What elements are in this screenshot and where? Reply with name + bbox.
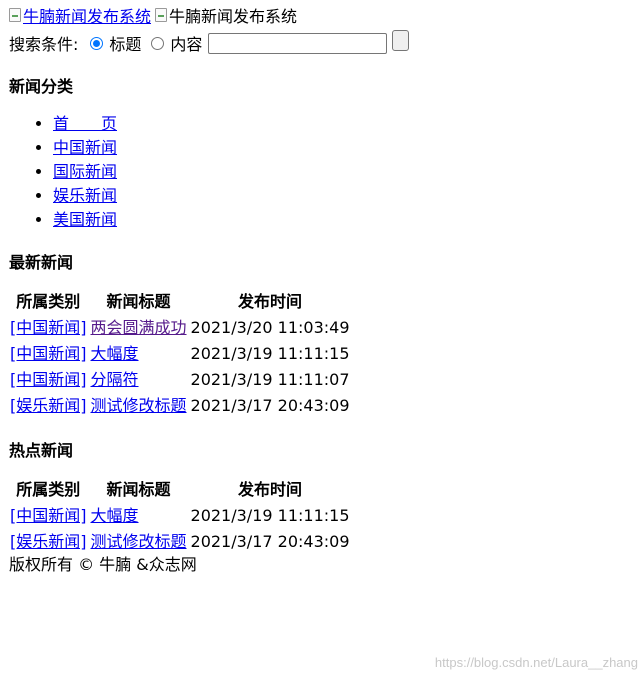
table-row: [娱乐新闻] 测试修改标题 2021/3/17 20:43:09 [9, 394, 351, 418]
category-link-usa[interactable]: 美国新闻 [53, 210, 117, 229]
category-cell: [娱乐新闻] [9, 394, 88, 418]
radio-title[interactable] [90, 36, 104, 50]
table-row: [娱乐新闻] 测试修改标题 2021/3/17 20:43:09 [9, 530, 351, 554]
title-cell: 测试修改标题 [90, 394, 188, 418]
categories-heading: 新闻分类 [9, 77, 74, 96]
search-bar: 搜索条件: 标题 内容 [9, 29, 635, 56]
category-link-international[interactable]: 国际新闻 [53, 162, 117, 181]
category-link-home[interactable]: 首 页 [53, 114, 117, 133]
row-category-link[interactable]: [娱乐新闻] [10, 532, 87, 551]
time-cell: 2021/3/19 11:11:07 [190, 370, 350, 389]
footer-copyright: 版权所有 © 牛腩 &众志网 [9, 555, 197, 574]
banner-alt-text: 牛腩新闻发布系统 [169, 7, 298, 26]
category-item: 首 页 [53, 112, 635, 136]
column-header: 所属类别 [16, 480, 81, 499]
time-cell: 2021/3/19 11:11:15 [190, 344, 350, 363]
logo-alt-text: 牛腩新闻发布系统 [23, 7, 152, 26]
latest-news-table: 所属类别 新闻标题 发布时间 [中国新闻] 两会圆满成功 2021/3/20 1… [7, 288, 353, 420]
broken-image-icon [9, 8, 21, 22]
category-list: 首 页 中国新闻 国际新闻 娱乐新闻 美国新闻 [9, 112, 635, 232]
logo-link[interactable]: 牛腩新闻发布系统 [9, 3, 151, 27]
row-category-link[interactable]: [中国新闻] [10, 318, 87, 337]
table-row: [中国新闻] 大幅度 2021/3/19 11:11:15 [9, 504, 351, 528]
category-item: 国际新闻 [53, 160, 635, 184]
time-cell: 2021/3/17 20:43:09 [190, 532, 350, 551]
banner-image: 牛腩新闻发布系统 [155, 3, 297, 27]
row-title-link[interactable]: 测试修改标题 [91, 532, 187, 551]
table-header-row: 所属类别 新闻标题 发布时间 [9, 290, 351, 314]
column-header: 所属类别 [16, 292, 81, 311]
row-title-link[interactable]: 大幅度 [91, 506, 139, 525]
column-header: 新闻标题 [106, 480, 171, 499]
radio-content[interactable] [151, 36, 165, 50]
row-category-link[interactable]: [中国新闻] [10, 344, 87, 363]
title-cell: 测试修改标题 [90, 530, 188, 554]
time-cell: 2021/3/19 11:11:15 [190, 506, 350, 525]
column-header: 发布时间 [238, 292, 303, 311]
column-header: 发布时间 [238, 480, 303, 499]
table-header-row: 所属类别 新闻标题 发布时间 [9, 478, 351, 502]
radio-title-label: 标题 [109, 35, 142, 54]
title-cell: 大幅度 [90, 504, 188, 528]
row-category-link[interactable]: [中国新闻] [10, 506, 87, 525]
time-cell: 2021/3/20 11:03:49 [190, 318, 350, 337]
row-category-link[interactable]: [娱乐新闻] [10, 396, 87, 415]
row-title-link[interactable]: 分隔符 [91, 370, 139, 389]
title-cell: 分隔符 [90, 368, 188, 392]
category-link-entertainment[interactable]: 娱乐新闻 [53, 186, 117, 205]
radio-content-label: 内容 [170, 35, 203, 54]
latest-news-heading: 最新新闻 [9, 253, 74, 272]
title-cell: 大幅度 [90, 342, 188, 366]
search-label: 搜索条件: [9, 35, 79, 54]
category-item: 中国新闻 [53, 136, 635, 160]
category-cell: [中国新闻] [9, 368, 88, 392]
category-item: 娱乐新闻 [53, 184, 635, 208]
broken-image-icon [155, 8, 168, 22]
table-row: [中国新闻] 大幅度 2021/3/19 11:11:15 [9, 342, 351, 366]
search-input[interactable] [208, 32, 388, 54]
row-title-link[interactable]: 测试修改标题 [91, 396, 187, 415]
watermark: https://blog.csdn.net/Laura__zhang [434, 655, 638, 670]
hot-news-heading: 热点新闻 [9, 441, 74, 460]
table-row: [中国新闻] 两会圆满成功 2021/3/20 11:03:49 [9, 316, 351, 340]
table-row: [中国新闻] 分隔符 2021/3/19 11:11:07 [9, 368, 351, 392]
category-item: 美国新闻 [53, 208, 635, 232]
category-cell: [娱乐新闻] [9, 530, 88, 554]
category-cell: [中国新闻] [9, 316, 88, 340]
title-cell: 两会圆满成功 [90, 316, 188, 340]
time-cell: 2021/3/17 20:43:09 [190, 396, 350, 415]
hot-news-table: 所属类别 新闻标题 发布时间 [中国新闻] 大幅度 2021/3/19 11:1… [7, 476, 353, 556]
row-title-link[interactable]: 两会圆满成功 [91, 318, 187, 337]
page: 牛腩新闻发布系统 牛腩新闻发布系统 搜索条件: 标题 内容 新闻分类 首 页 中… [0, 0, 644, 576]
search-button[interactable] [392, 29, 410, 51]
category-cell: [中国新闻] [9, 342, 88, 366]
column-header: 新闻标题 [106, 292, 171, 311]
row-title-link[interactable]: 大幅度 [91, 344, 139, 363]
category-link-china[interactable]: 中国新闻 [53, 138, 117, 157]
category-cell: [中国新闻] [9, 504, 88, 528]
row-category-link[interactable]: [中国新闻] [10, 370, 87, 389]
header: 牛腩新闻发布系统 牛腩新闻发布系统 [9, 4, 635, 26]
